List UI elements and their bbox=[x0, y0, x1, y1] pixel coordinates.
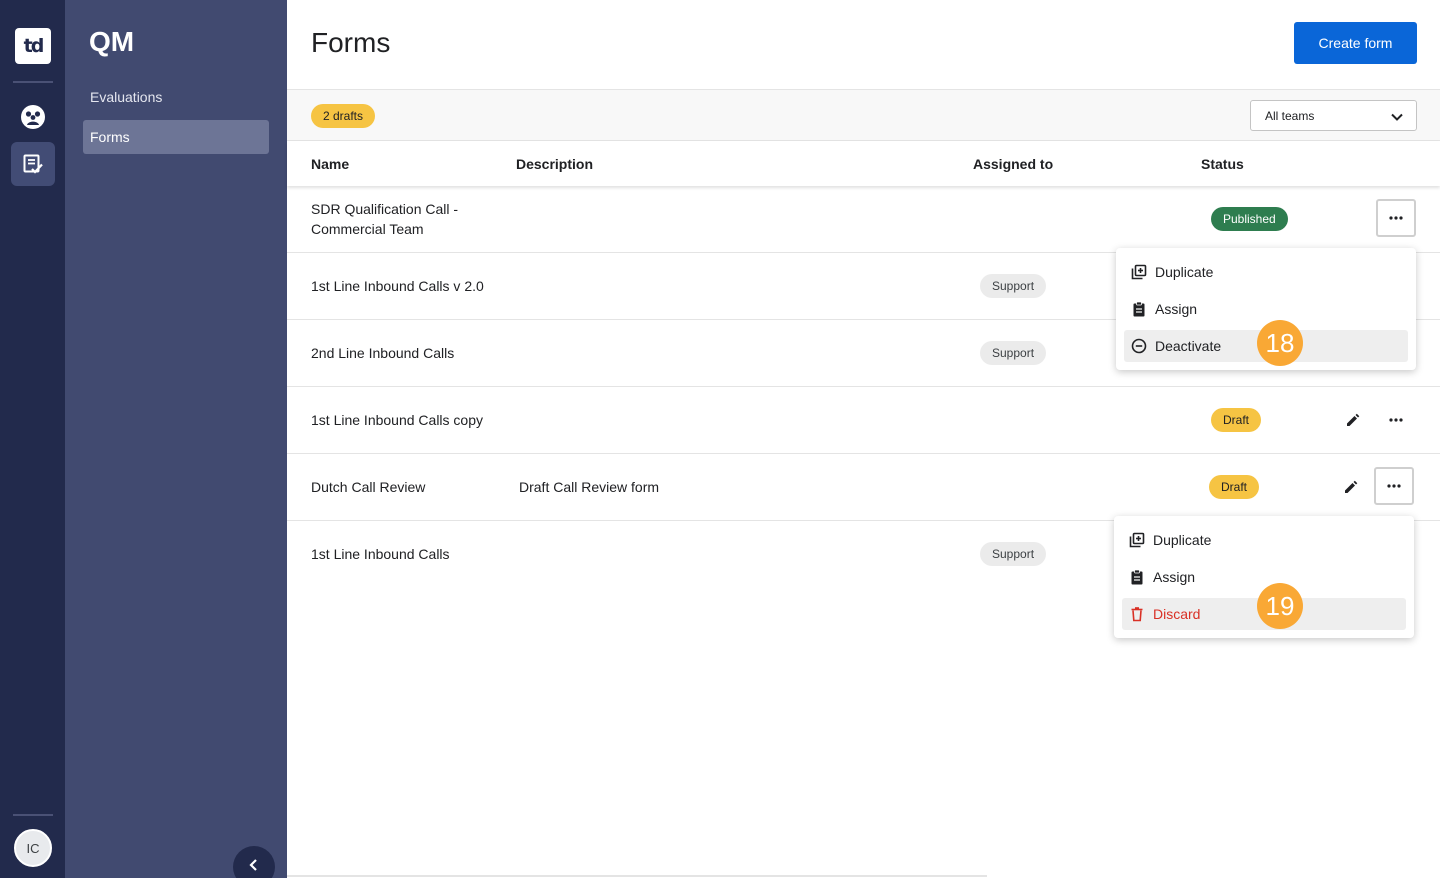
team-chip: Support bbox=[980, 341, 1047, 365]
edit-button[interactable] bbox=[1331, 468, 1371, 506]
form-name: 1st Line Inbound Calls bbox=[311, 546, 450, 562]
pencil-icon bbox=[1345, 480, 1358, 493]
create-form-button[interactable]: Create form bbox=[1294, 22, 1417, 64]
form-name: 1st Line Inbound Calls copy bbox=[311, 412, 483, 428]
team-chip: Support bbox=[980, 274, 1047, 298]
rail-divider bbox=[13, 814, 53, 816]
column-header-name[interactable]: Name bbox=[311, 156, 349, 172]
sidebar-item-forms[interactable]: Forms bbox=[83, 120, 269, 154]
more-actions-button[interactable] bbox=[1376, 199, 1416, 237]
trash-icon bbox=[1131, 607, 1143, 622]
status-badge: Draft bbox=[1211, 408, 1262, 432]
table-row[interactable]: Dutch Call Review Draft Call Review form… bbox=[287, 454, 1440, 521]
more-actions-button[interactable] bbox=[1376, 401, 1416, 439]
table-row[interactable]: 1st Line Inbound Calls copy Draft bbox=[287, 387, 1440, 454]
table-row[interactable]: SDR Qualification Call - Commercial Team… bbox=[287, 186, 1440, 253]
step-marker: 19 bbox=[1257, 583, 1303, 629]
team-chip: Support bbox=[980, 542, 1047, 566]
main-content: Forms Create form 2 drafts All teams Nam… bbox=[287, 0, 1440, 878]
column-header-assigned-to: Assigned to bbox=[973, 156, 1054, 172]
menu-item-assign[interactable]: Assign bbox=[1124, 293, 1408, 325]
rail-divider bbox=[13, 81, 53, 83]
more-horizontal-icon bbox=[1387, 484, 1401, 488]
edit-button[interactable] bbox=[1333, 401, 1373, 439]
sidebar-item-evaluations[interactable]: Evaluations bbox=[83, 80, 269, 114]
minus-circle-icon bbox=[1131, 338, 1147, 354]
rail-item-team[interactable] bbox=[11, 95, 55, 139]
user-avatar[interactable]: IC bbox=[14, 829, 52, 867]
app-logo[interactable]: td bbox=[15, 28, 51, 64]
page-title: Forms bbox=[311, 27, 391, 58]
duplicate-icon bbox=[1129, 532, 1145, 548]
drafts-count-badge[interactable]: 2 drafts bbox=[311, 104, 376, 128]
section-title: QM bbox=[89, 26, 135, 57]
collapse-sidebar-button[interactable] bbox=[233, 846, 275, 878]
clipboard-icon bbox=[1133, 301, 1145, 317]
status-badge: Draft bbox=[1209, 475, 1260, 499]
menu-item-duplicate[interactable]: Duplicate bbox=[1124, 256, 1408, 288]
menu-item-duplicate[interactable]: Duplicate bbox=[1122, 524, 1406, 556]
more-horizontal-icon bbox=[1389, 216, 1403, 220]
clipboard-icon bbox=[1131, 569, 1143, 585]
column-header-description: Description bbox=[516, 156, 594, 172]
team-filter-select[interactable]: All teams bbox=[1250, 100, 1417, 131]
form-name: 2nd Line Inbound Calls bbox=[311, 345, 455, 361]
chevron-left-icon bbox=[249, 859, 257, 871]
form-name: 1st Line Inbound Calls v 2.0 bbox=[311, 278, 484, 294]
section-sidebar: QM Evaluations Forms bbox=[65, 0, 287, 878]
form-name: Dutch Call Review bbox=[311, 479, 426, 495]
step-marker: 18 bbox=[1257, 320, 1303, 366]
more-actions-button[interactable] bbox=[1374, 467, 1414, 505]
icon-rail: td IC bbox=[0, 0, 65, 878]
column-header-status: Status bbox=[1201, 156, 1244, 172]
chevron-down-icon bbox=[1391, 113, 1403, 121]
bottom-divider bbox=[287, 875, 987, 877]
form-name: SDR Qualification Call - Commercial Team bbox=[311, 201, 459, 237]
pencil-icon bbox=[1347, 413, 1360, 426]
team-icon bbox=[21, 105, 45, 129]
table-header: Name Description Assigned to Status bbox=[287, 141, 1440, 186]
more-horizontal-icon bbox=[1389, 418, 1403, 422]
status-badge: Published bbox=[1211, 207, 1288, 231]
filter-bar: 2 drafts All teams bbox=[287, 89, 1440, 141]
form-description: Draft Call Review form bbox=[519, 479, 660, 495]
rail-item-qm[interactable] bbox=[11, 142, 55, 186]
qm-forms-icon bbox=[23, 154, 43, 174]
duplicate-icon bbox=[1131, 264, 1147, 280]
